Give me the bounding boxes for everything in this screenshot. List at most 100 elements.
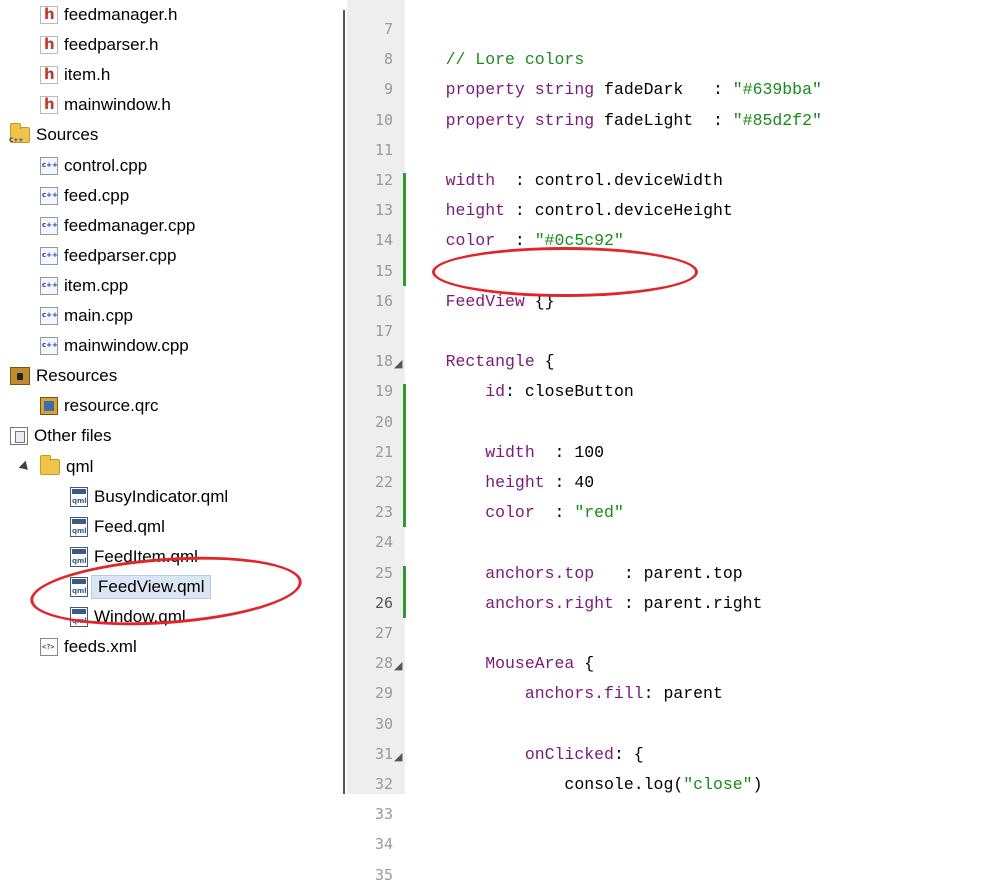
code-token: : parent.right: [613, 593, 763, 613]
code-line[interactable]: onClicked: {: [406, 745, 644, 769]
tree-item[interactable]: Other files: [0, 422, 330, 450]
tree-item-label: mainwindow.h: [64, 95, 171, 115]
code-line[interactable]: id: closeButton: [406, 382, 634, 406]
tree-item-label: control.cpp: [64, 155, 148, 175]
cpp-file-icon: [40, 186, 58, 205]
tree-item[interactable]: Sources: [0, 121, 330, 149]
code-token: FeedView: [406, 291, 525, 311]
code-line[interactable]: property string fadeLight : "#85d2f2": [406, 111, 822, 135]
tree-item[interactable]: resource.qrc: [0, 392, 340, 420]
code-line[interactable]: console.log("close"): [406, 775, 762, 794]
code-line[interactable]: anchors.top : parent.top: [406, 563, 743, 588]
fold-marker-icon[interactable]: ◢: [394, 352, 402, 376]
tree-item[interactable]: item.cpp: [0, 272, 340, 300]
line-number: 13: [374, 201, 393, 220]
code-line[interactable]: Rectangle {: [406, 352, 555, 376]
code-line[interactable]: color : "#0c5c92": [406, 231, 624, 255]
line-number: 15: [374, 261, 393, 280]
tree-item[interactable]: FeedItem.qml: [0, 543, 340, 571]
tree-item-label: Feed.qml: [94, 516, 165, 536]
tree-item[interactable]: FeedView.qml: [0, 573, 340, 601]
tree-item-label: Resources: [36, 366, 118, 386]
qrc-file-icon: [40, 397, 58, 416]
tree-item-label: Sources: [36, 125, 99, 145]
header-file-icon: [40, 95, 58, 115]
code-token: width: [406, 171, 496, 190]
tree-item[interactable]: control.cpp: [0, 152, 340, 180]
line-number: 28: [374, 654, 393, 673]
tree-item[interactable]: item.h: [0, 61, 340, 89]
tree-item-label: Other files: [34, 426, 112, 446]
code-token: : control.deviceHeight: [505, 201, 733, 221]
tree-item[interactable]: Feed.qml: [0, 513, 340, 541]
code-line[interactable]: anchors.fill: parent: [406, 684, 723, 708]
line-number: 35: [374, 865, 393, 884]
tree-item[interactable]: feeds.xml: [0, 633, 340, 661]
changed-lines-marker: [403, 173, 406, 286]
line-number: 11: [374, 140, 393, 159]
code-line[interactable]: // Lore colors: [406, 50, 585, 74]
code-token: {}: [524, 291, 555, 311]
code-token: fadeLight :: [594, 110, 733, 130]
tree-item-label: feedmanager.cpp: [64, 215, 196, 235]
code-line[interactable]: width : control.deviceWidth: [406, 171, 723, 195]
code-token: anchors.top: [406, 563, 595, 583]
changed-lines-marker: [403, 384, 406, 528]
line-number: 10: [374, 110, 393, 129]
cpp-file-icon: [40, 246, 58, 265]
line-number: 7: [383, 20, 393, 38]
line-number: 33: [374, 805, 393, 824]
tree-item[interactable]: Resources: [0, 362, 330, 390]
code-line[interactable]: color : "red": [406, 503, 624, 527]
tree-item-label: feedmanager.h: [64, 5, 178, 24]
tree-item[interactable]: feedparser.h: [0, 31, 340, 59]
cpp-file-icon: [40, 156, 58, 175]
code-token: "#0c5c92": [534, 231, 624, 251]
fold-marker-icon[interactable]: ◢: [394, 745, 402, 769]
tree-item-label: Window.qml: [94, 607, 186, 626]
code-line[interactable]: property string fadeDark : "#639bba": [406, 80, 822, 104]
tree-item[interactable]: feedmanager.cpp: [0, 212, 340, 240]
tree-item-label: BusyIndicator.qml: [94, 486, 229, 506]
line-number: 34: [374, 835, 393, 854]
line-number: 29: [374, 684, 393, 703]
line-number: 25: [374, 563, 393, 582]
tree-item-label: resource.qrc: [64, 396, 159, 416]
code-line[interactable]: anchors.right : parent.right: [406, 594, 762, 618]
code-token: anchors.fill: [406, 684, 644, 704]
code-token: : parent.top: [594, 563, 743, 583]
tree-item[interactable]: feedmanager.h: [0, 1, 340, 29]
tree-item[interactable]: qml: [0, 453, 340, 481]
code-line[interactable]: FeedView {}: [406, 292, 555, 316]
line-number: 17: [374, 322, 393, 340]
code-token: color: [406, 503, 535, 523]
line-number: 8: [383, 50, 393, 69]
code-line[interactable]: height : control.deviceHeight: [406, 201, 733, 225]
header-file-icon: [40, 5, 58, 24]
tree-item-label: item.cpp: [64, 275, 129, 295]
tree-item[interactable]: feedparser.cpp: [0, 242, 340, 270]
tree-item[interactable]: mainwindow.h: [0, 91, 340, 119]
code-line[interactable]: width : 100: [406, 443, 604, 467]
code-token: // Lore colors: [406, 50, 585, 70]
fold-marker-icon[interactable]: ◢: [394, 654, 402, 678]
tree-item[interactable]: Window.qml: [0, 603, 340, 631]
tree-item[interactable]: main.cpp: [0, 302, 340, 330]
code-token: "red": [574, 503, 624, 523]
line-number: 31: [374, 744, 393, 763]
line-number: 26: [374, 593, 393, 612]
tree-item-label: mainwindow.cpp: [64, 336, 189, 356]
panel-separator[interactable]: [343, 10, 345, 794]
line-number: 12: [374, 171, 393, 189]
tree-item[interactable]: mainwindow.cpp: [0, 332, 340, 360]
line-number: 24: [374, 533, 393, 552]
tree-item-label: feeds.xml: [64, 637, 137, 657]
qml-file-icon: [70, 546, 88, 567]
code-editor[interactable]: // Lore colors property string fadeDark …: [406, 0, 1002, 794]
tree-item[interactable]: feed.cpp: [0, 182, 340, 210]
cpp-file-icon: [40, 337, 58, 356]
code-line[interactable]: MouseArea {: [406, 654, 594, 678]
project-tree: feedmanager.h feedparser.h item.h mainwindo…: [0, 0, 340, 794]
code-line[interactable]: height : 40: [406, 473, 594, 497]
tree-item[interactable]: BusyIndicator.qml: [0, 483, 340, 511]
